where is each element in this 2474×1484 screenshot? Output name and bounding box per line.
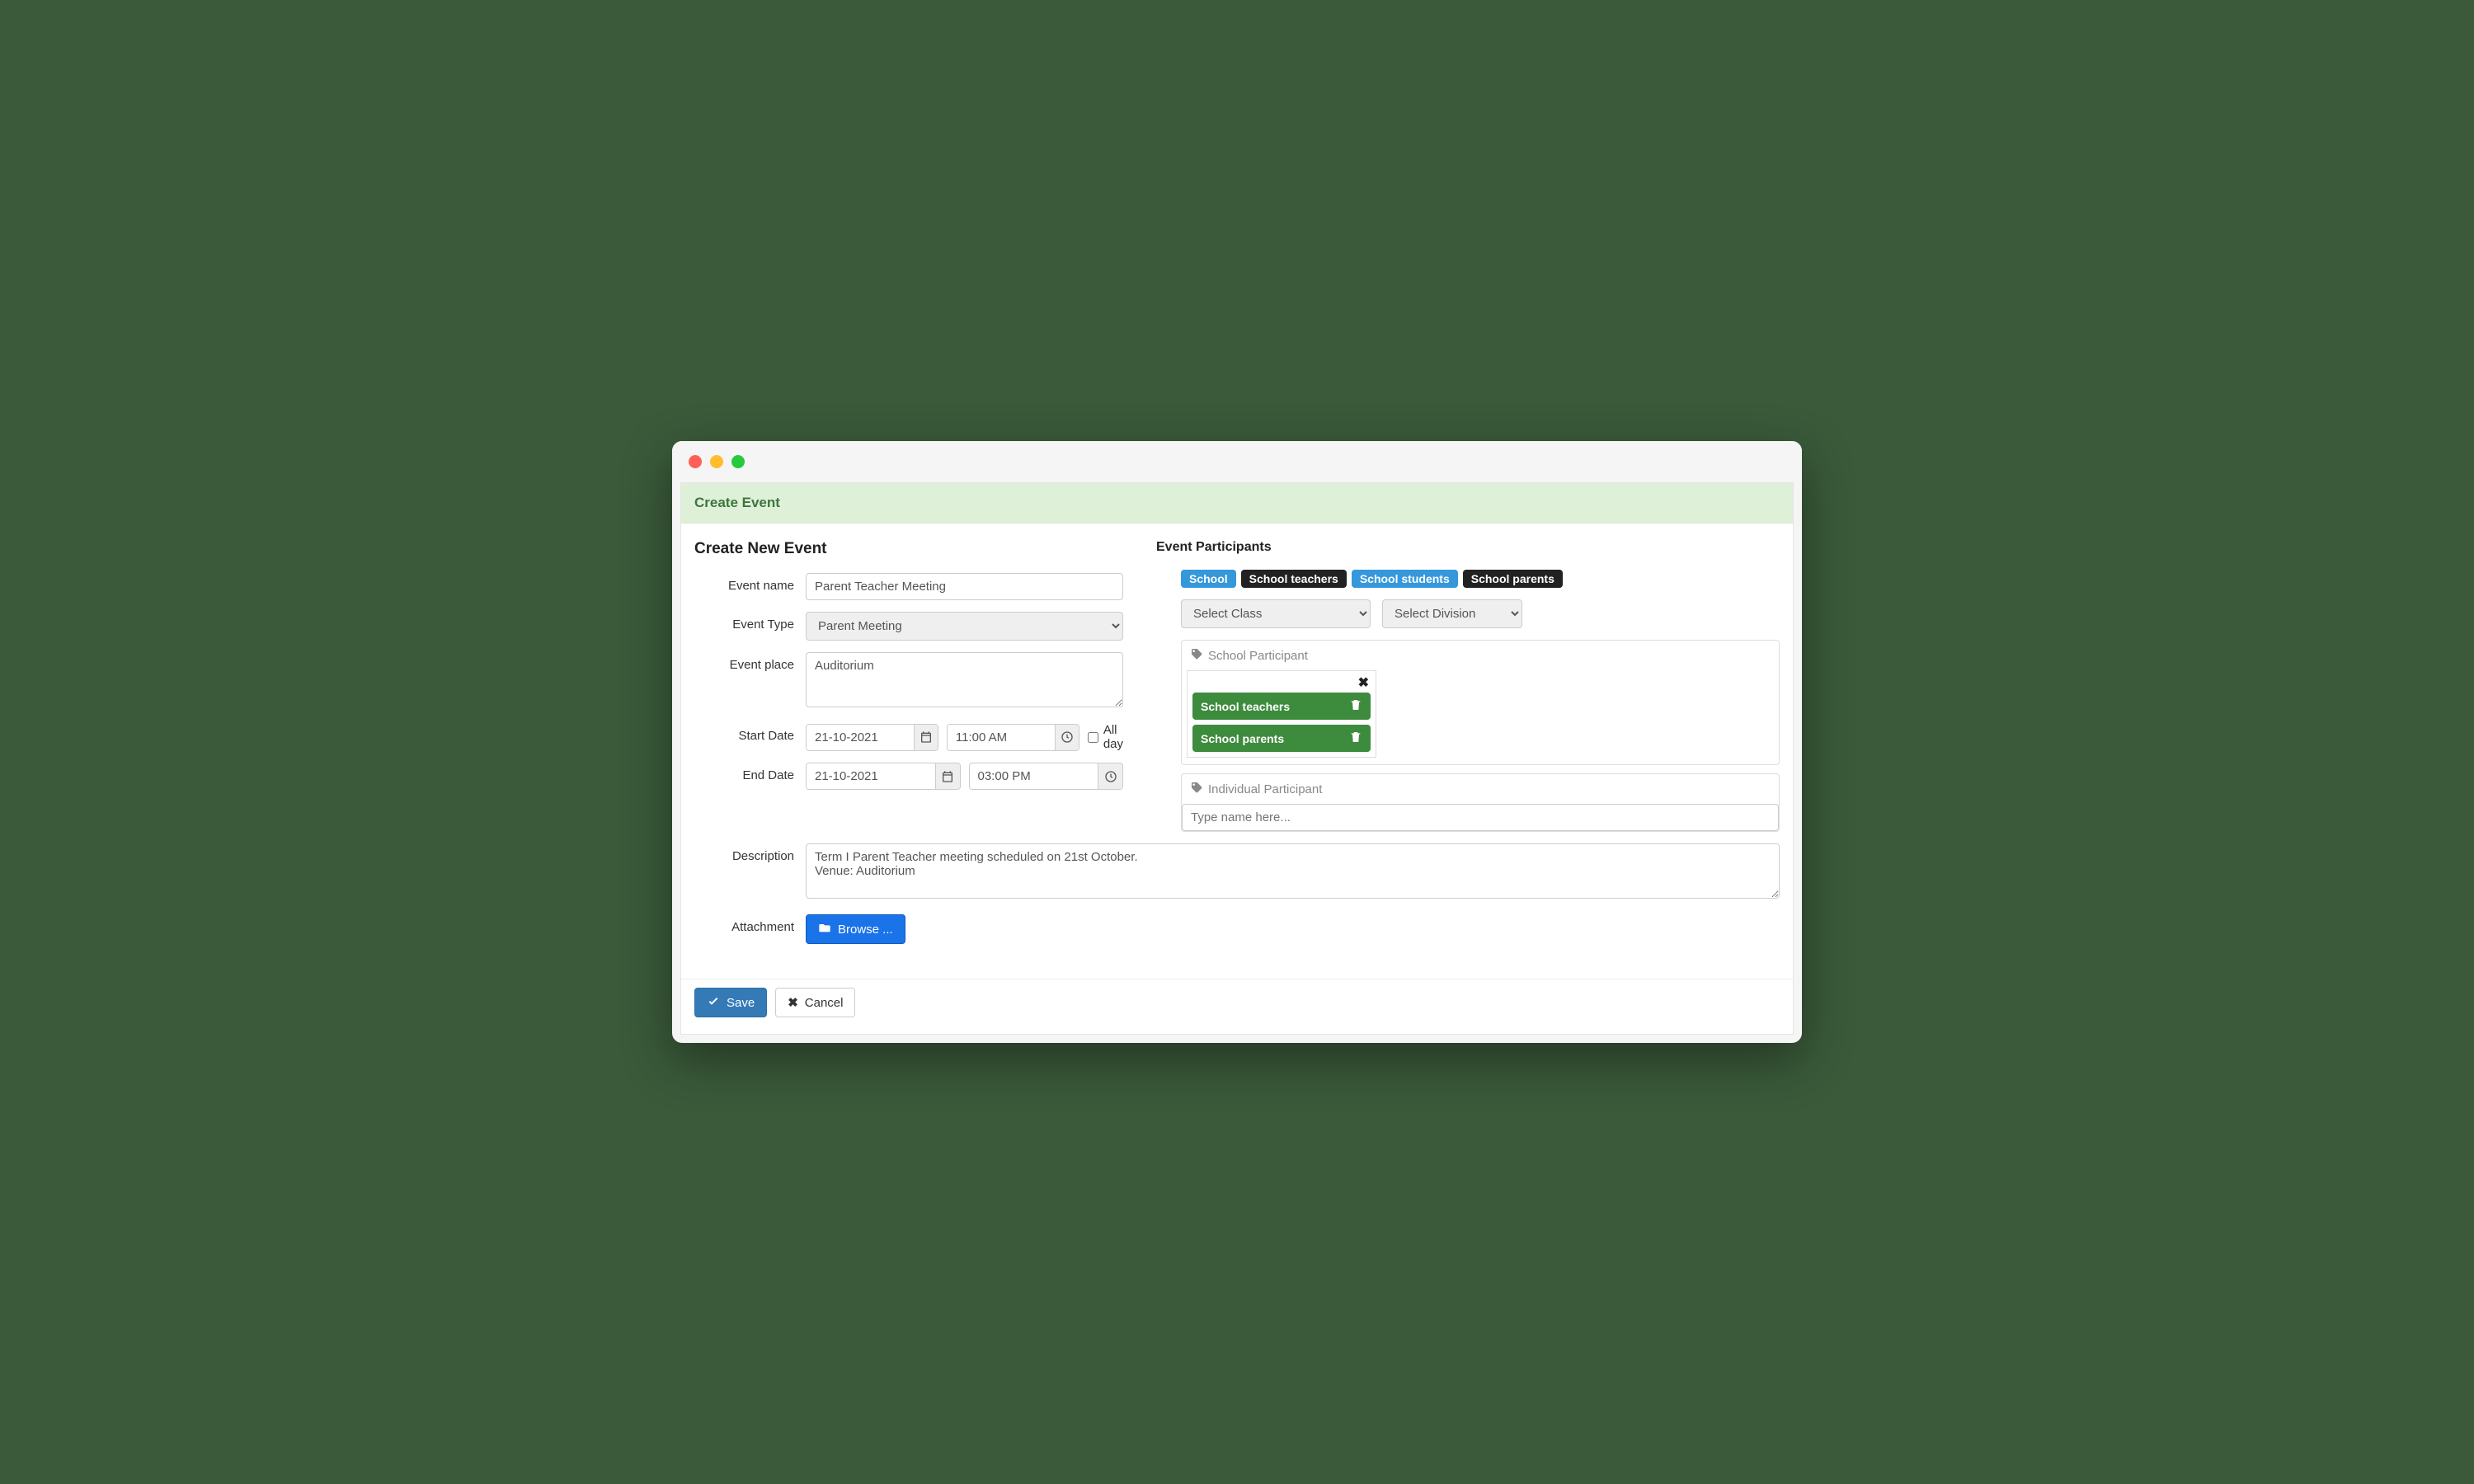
footer-actions: Save ✖ Cancel [681,979,1793,1024]
start-date-input[interactable] [807,725,914,750]
label-end-date: End Date [694,763,806,782]
chip-label: School parents [1201,732,1284,745]
end-date-input[interactable] [807,763,935,789]
select-class[interactable]: Select Class [1181,599,1371,628]
close-icon[interactable]: ✖ [1358,674,1369,691]
main-panel: Create Event Create New Event Event name… [680,482,1794,1035]
label-event-place: Event place [694,652,806,672]
label-description: Description [694,843,806,863]
right-column: Event Participants School School teacher… [1156,540,1780,840]
label-event-type: Event Type [694,612,806,632]
browse-label: Browse ... [838,923,893,937]
tag-school-parents[interactable]: School parents [1463,570,1563,588]
label-attachment: Attachment [694,914,806,934]
individual-participant-label: Individual Participant [1208,782,1322,796]
close-icon: ✖ [788,995,798,1010]
all-day-checkbox-wrapper[interactable]: All day [1088,723,1123,751]
clock-icon[interactable] [1055,725,1079,750]
tag-school[interactable]: School [1181,570,1236,588]
cancel-label: Cancel [805,996,844,1010]
participant-type-tags: School School teachers School students S… [1156,570,1780,588]
trash-icon[interactable] [1349,730,1362,746]
start-time-input[interactable] [948,725,1055,750]
window-close-dot[interactable] [689,455,702,468]
right-heading: Event Participants [1156,540,1780,555]
school-participant-label: School Participant [1208,649,1308,663]
left-heading: Create New Event [694,540,1123,558]
tags-icon [1190,781,1203,797]
end-time-input[interactable] [970,763,1098,789]
folder-open-icon [818,921,831,937]
tag-school-students[interactable]: School students [1352,570,1458,588]
chip-school-parents: School parents [1192,725,1371,752]
description-textarea[interactable] [806,843,1780,899]
individual-participant-box: Individual Participant [1181,773,1780,832]
trash-icon[interactable] [1349,698,1362,714]
save-label: Save [727,996,755,1010]
check-icon [707,994,720,1011]
chip-label: School teachers [1201,700,1290,713]
panel-title: Create Event [681,483,1793,524]
calendar-icon[interactable] [935,763,960,789]
browse-button[interactable]: Browse ... [806,914,905,944]
tags-icon [1190,647,1203,664]
label-start-date: Start Date [694,723,806,743]
event-type-select[interactable]: Parent Meeting [806,612,1123,641]
individual-participant-input[interactable] [1182,804,1779,831]
label-event-name: Event name [694,573,806,593]
window-zoom-dot[interactable] [731,455,745,468]
clock-icon[interactable] [1098,763,1122,789]
save-button[interactable]: Save [694,988,767,1017]
select-division[interactable]: Select Division [1382,599,1522,628]
school-participant-box: School Participant ✖ School teachers [1181,640,1780,765]
all-day-checkbox[interactable] [1088,732,1098,743]
left-column: Create New Event Event name Event Type P… [694,540,1123,840]
event-name-input[interactable] [806,573,1123,600]
cancel-button[interactable]: ✖ Cancel [775,988,855,1017]
window-minimize-dot[interactable] [710,455,723,468]
chip-school-teachers: School teachers [1192,693,1371,720]
tag-school-teachers[interactable]: School teachers [1241,570,1347,588]
calendar-icon[interactable] [914,725,938,750]
app-window: Create Event Create New Event Event name… [672,441,1802,1043]
all-day-label: All day [1103,723,1123,751]
event-place-textarea[interactable] [806,652,1123,707]
window-titlebar [672,441,1802,482]
chips-container: ✖ School teachers School parents [1187,670,1376,758]
